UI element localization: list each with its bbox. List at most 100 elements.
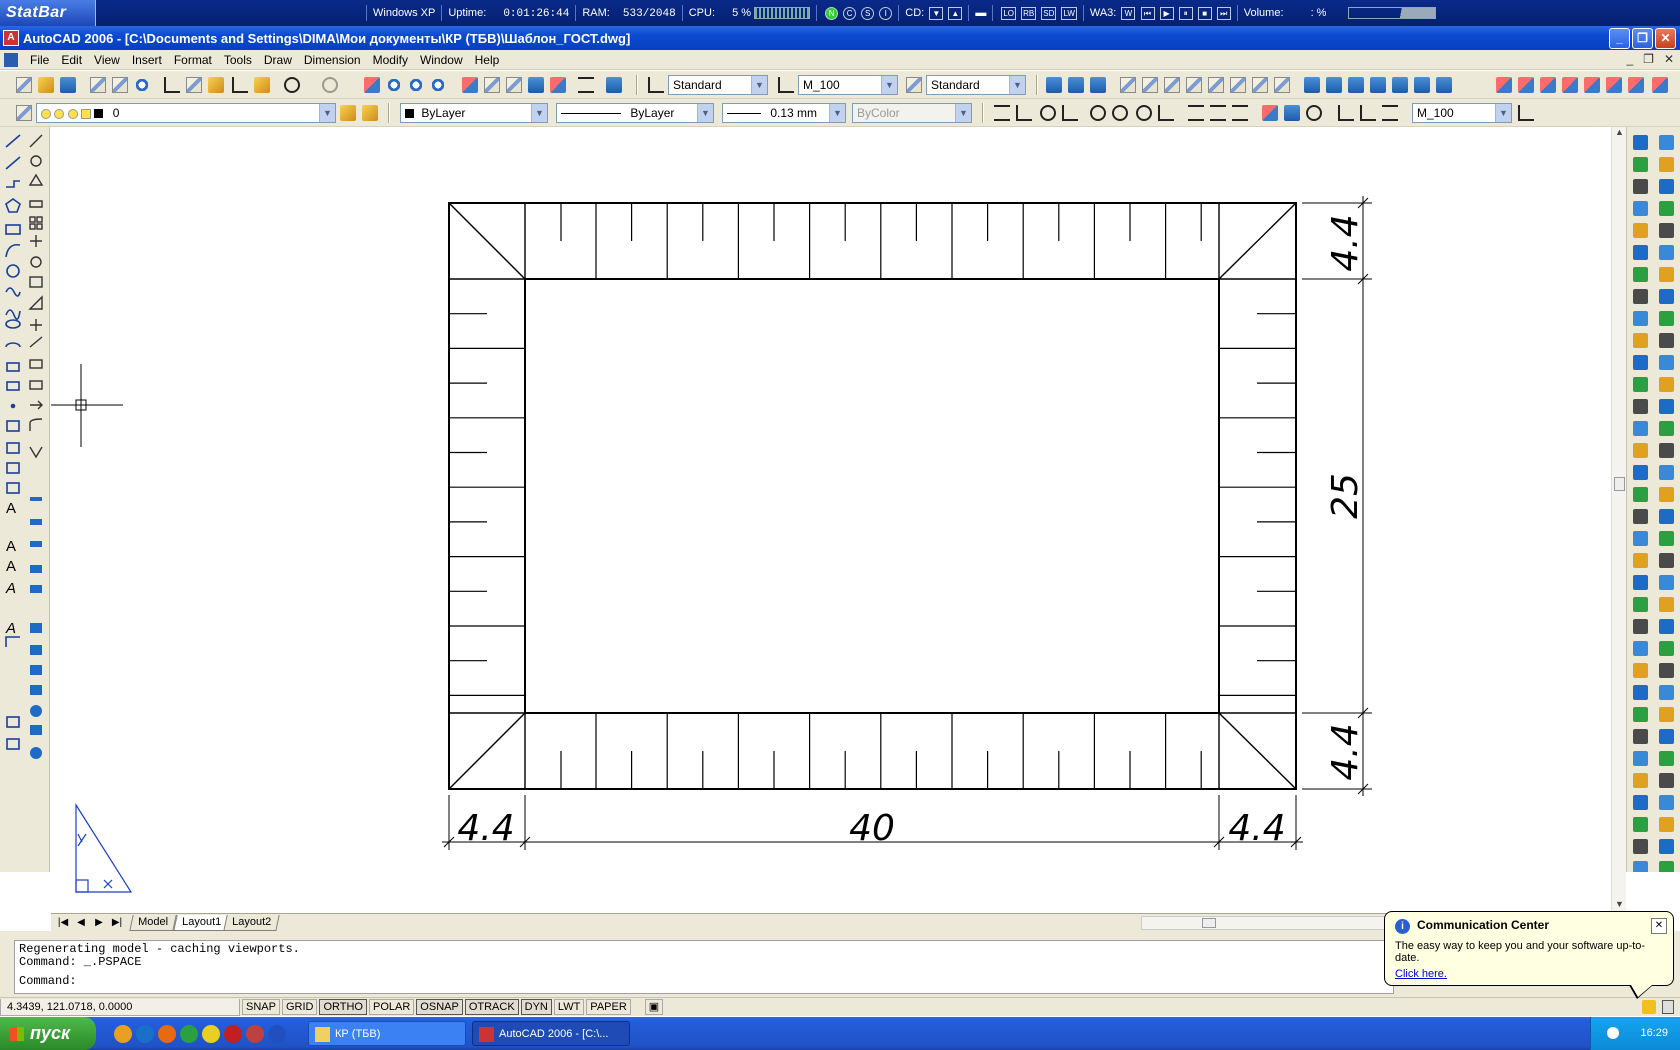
- grid-toggle[interactable]: GRID: [281, 999, 318, 1015]
- 3d-tool-icon[interactable]: [1633, 421, 1648, 436]
- quicklaunch-icon-8[interactable]: [268, 1024, 286, 1043]
- shade-icon-5[interactable]: [1392, 77, 1408, 93]
- paper-toggle[interactable]: PAPER: [586, 999, 631, 1015]
- mdi-minimize-icon[interactable]: _: [1626, 52, 1633, 66]
- 3d-tool-icon[interactable]: [1659, 707, 1674, 722]
- linear-dimension-icon[interactable]: [994, 105, 1010, 121]
- menu-tools[interactable]: Tools: [218, 53, 258, 67]
- ortho-toggle[interactable]: ORTHO: [319, 999, 367, 1015]
- linetype-select[interactable]: ByLayer ▼: [556, 103, 714, 123]
- tray-icon[interactable]: [1607, 1027, 1620, 1040]
- orbit-icon-8[interactable]: [1652, 77, 1668, 93]
- menu-format[interactable]: Format: [168, 53, 218, 67]
- solid-torus-icon[interactable]: [1230, 77, 1246, 93]
- 3d-tool-icon[interactable]: [1633, 575, 1648, 590]
- ordinate-dimension-icon[interactable]: [1062, 105, 1078, 121]
- 3d-tool-icon[interactable]: [1659, 487, 1674, 502]
- make-current-layer-icon[interactable]: [340, 105, 356, 121]
- 3d-tool-icon[interactable]: [1659, 861, 1674, 876]
- jogged-dimension-icon[interactable]: [1112, 105, 1128, 121]
- disk-rb[interactable]: RB: [1021, 6, 1037, 20]
- layer-select[interactable]: 0 ▼: [36, 103, 336, 123]
- 3d-tool-icon[interactable]: [1659, 179, 1674, 194]
- menu-file[interactable]: File: [24, 53, 55, 67]
- tool-palettes-icon[interactable]: [506, 77, 522, 93]
- 3d-tool-icon[interactable]: [1633, 465, 1648, 480]
- chevron-down-icon[interactable]: ▼: [697, 104, 713, 122]
- 3d-tool-icon[interactable]: [1659, 267, 1674, 282]
- shade-icon-7[interactable]: [1436, 77, 1452, 93]
- 3d-tool-icon[interactable]: [1659, 421, 1674, 436]
- 3d-tool-icon[interactable]: [1633, 509, 1648, 524]
- shade-icon-4[interactable]: [1370, 77, 1386, 93]
- quicklaunch-icon-4[interactable]: [180, 1024, 198, 1043]
- solid-box-icon[interactable]: [1120, 77, 1136, 93]
- 3d-tool-icon[interactable]: [1659, 157, 1674, 172]
- volume-slider[interactable]: [1347, 7, 1436, 20]
- 3d-tool-icon[interactable]: [1659, 377, 1674, 392]
- quick-dimension-icon[interactable]: [1188, 105, 1204, 121]
- 3d-tool-icon[interactable]: [1633, 619, 1648, 634]
- 3d-tool-icon[interactable]: [1659, 245, 1674, 260]
- 3d-tool-icon[interactable]: [1633, 817, 1648, 832]
- 3d-tool-icon[interactable]: [1633, 729, 1648, 744]
- mdi-restore-icon[interactable]: ❐: [1643, 52, 1654, 66]
- 3d-tool-icon[interactable]: [1633, 597, 1648, 612]
- indicator-s[interactable]: S: [861, 6, 875, 20]
- shade-icon-2[interactable]: [1326, 77, 1342, 93]
- chevron-down-icon[interactable]: ▼: [1009, 76, 1025, 94]
- plot-icon[interactable]: [90, 77, 106, 93]
- chevron-down-icon[interactable]: ▼: [1495, 104, 1511, 122]
- 3d-tool-icon[interactable]: [1633, 443, 1648, 458]
- 3d-tool-icon[interactable]: [1659, 839, 1674, 854]
- quicklaunch-icon-2[interactable]: [136, 1024, 154, 1043]
- drawing-canvas[interactable]: 4.4 25 4.4 4.4 40 4.4: [40, 127, 1611, 913]
- scroll-thumb[interactable]: [1614, 477, 1625, 491]
- shade-icon-6[interactable]: [1414, 77, 1430, 93]
- 3d-tool-icon[interactable]: [1633, 641, 1648, 656]
- orbit-icon-7[interactable]: [1628, 77, 1644, 93]
- save-icon[interactable]: [60, 77, 76, 93]
- mdi-close-icon[interactable]: ✕: [1664, 52, 1674, 66]
- 3d-tool-icon[interactable]: [1659, 795, 1674, 810]
- orbit-icon-6[interactable]: [1606, 77, 1622, 93]
- clock[interactable]: 16:29: [1640, 1027, 1668, 1039]
- orbit-icon-4[interactable]: [1562, 77, 1578, 93]
- coordinates-readout[interactable]: 4.3439, 121.0718, 0.0000: [0, 998, 240, 1016]
- center-mark-icon[interactable]: [1306, 105, 1322, 121]
- 3d-tool-icon[interactable]: [1633, 795, 1648, 810]
- view-3d-icon-3[interactable]: [1090, 77, 1106, 93]
- chevron-down-icon[interactable]: ▼: [829, 104, 845, 122]
- next-icon[interactable]: ⏭: [1216, 6, 1231, 20]
- 3d-tool-icon[interactable]: [1659, 575, 1674, 590]
- undo-icon[interactable]: [284, 77, 300, 93]
- dim-style-icon[interactable]: [778, 77, 794, 93]
- 3d-tool-icon[interactable]: [1659, 465, 1674, 480]
- baseline-dimension-icon[interactable]: [1210, 105, 1226, 121]
- quicklaunch-icon-3[interactable]: [158, 1024, 176, 1043]
- indicator-c[interactable]: C: [843, 6, 857, 20]
- design-center-icon[interactable]: [484, 77, 500, 93]
- 3d-tool-icon[interactable]: [1633, 245, 1648, 260]
- 3d-tool-icon[interactable]: [1659, 443, 1674, 458]
- disk-sd[interactable]: SD: [1041, 6, 1057, 20]
- snap-toggle[interactable]: SNAP: [242, 999, 280, 1015]
- orbit-icon-5[interactable]: [1584, 77, 1600, 93]
- 3d-tool-icon[interactable]: [1659, 333, 1674, 348]
- help-icon[interactable]: [606, 77, 622, 93]
- 3d-tool-icon[interactable]: [1659, 773, 1674, 788]
- publish-icon[interactable]: [134, 77, 150, 93]
- chevron-down-icon[interactable]: ▼: [751, 76, 767, 94]
- open-icon[interactable]: [38, 77, 54, 93]
- 3d-tool-icon[interactable]: [1659, 531, 1674, 546]
- lock-icon[interactable]: [1662, 1000, 1674, 1014]
- close-button[interactable]: ✕: [1655, 28, 1676, 49]
- orbit-icon-1[interactable]: [1496, 77, 1512, 93]
- command-prompt[interactable]: Command:: [19, 975, 1389, 988]
- 3d-tool-icon[interactable]: [1659, 641, 1674, 656]
- solid-cylinder-icon[interactable]: [1208, 77, 1224, 93]
- 3d-tool-icon[interactable]: [1633, 663, 1648, 678]
- 3d-tool-icon[interactable]: [1659, 729, 1674, 744]
- winamp-w-icon[interactable]: W: [1121, 6, 1136, 20]
- prev-tab-icon[interactable]: ◀: [73, 916, 89, 930]
